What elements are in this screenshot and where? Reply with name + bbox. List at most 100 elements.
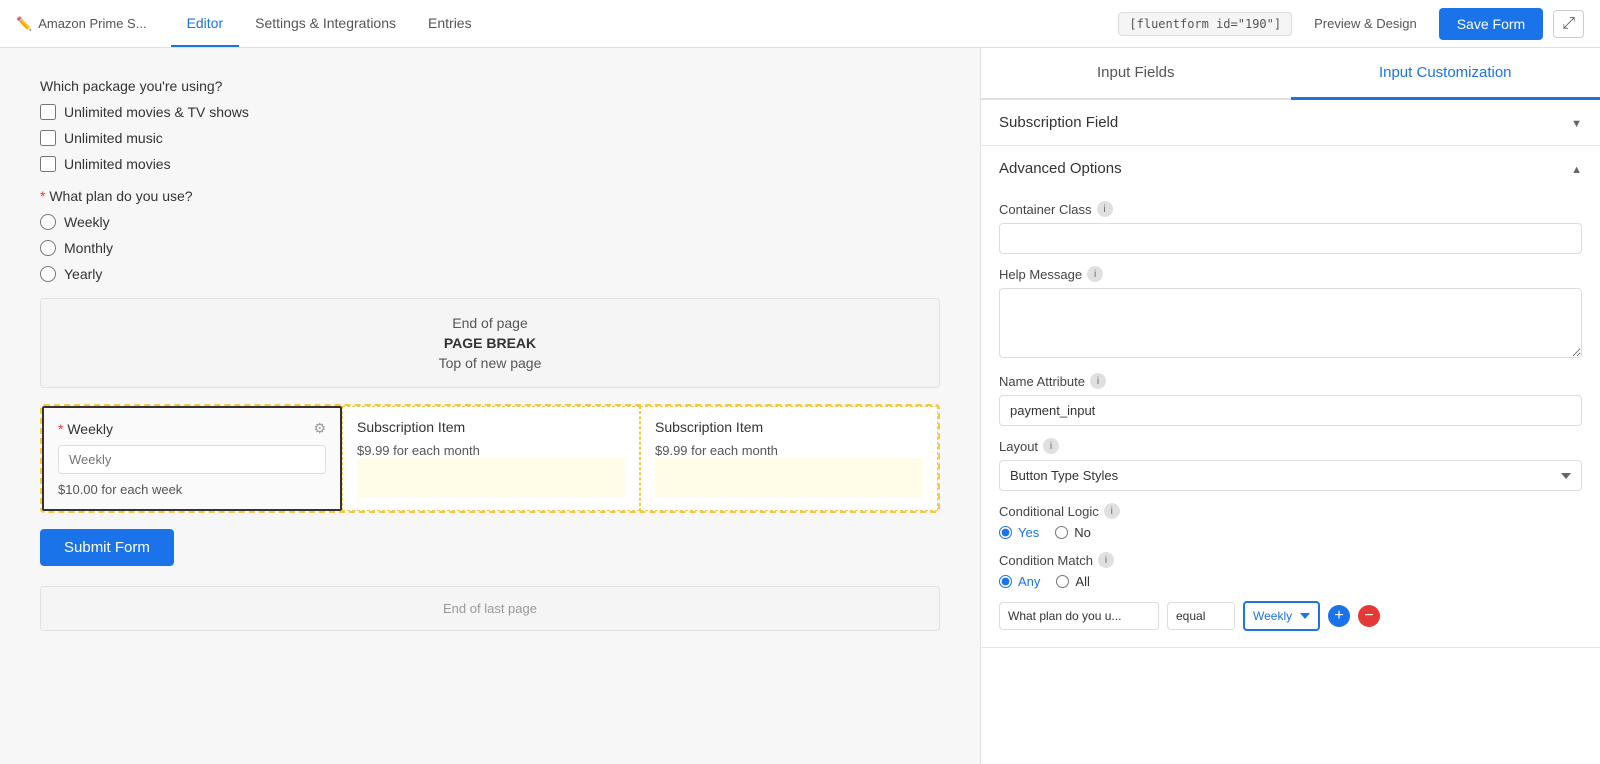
required-star: * [40,188,49,204]
layout-info-icon[interactable]: i [1043,438,1059,454]
tab-settings[interactable]: Settings & Integrations [239,1,412,47]
condition-match-all-item: All [1056,574,1089,589]
end-of-last-page: End of last page [40,586,940,631]
subscription-field-label: Subscription Field [999,114,1118,131]
page-break-box: End of page PAGE BREAK Top of new page [40,298,940,388]
condition-match-any-radio[interactable] [999,575,1012,588]
radio-monthly[interactable] [40,240,56,256]
subscription-grid: * Weekly ⚙ $10.00 for each week Subscrip… [40,404,940,513]
sub-col-1-price: $10.00 for each week [58,482,326,497]
brand-name: Amazon Prime S... [38,16,146,31]
tab-input-fields[interactable]: Input Fields [981,48,1291,100]
conditional-logic-label: Conditional Logic [999,504,1099,519]
layout-select[interactable]: Button Type Styles Default [999,460,1582,491]
nav-tabs: Editor Settings & Integrations Entries [171,1,1119,47]
condition-match-radio-group: Any All [999,574,1582,589]
shortcode-snippet[interactable]: [fluentform id="190"] [1118,12,1292,36]
conditional-logic-label-row: Conditional Logic i [999,503,1582,519]
panel-tabs: Input Fields Input Customization [981,48,1600,100]
preview-design-button[interactable]: Preview & Design [1302,10,1429,37]
tab-editor[interactable]: Editor [171,1,240,47]
editor-area: Which package you're using? Unlimited mo… [0,48,980,764]
top-of-new-page-label: Top of new page [57,355,923,371]
add-condition-button[interactable]: + [1328,605,1350,627]
main-layout: Which package you're using? Unlimited mo… [0,48,1600,764]
plan-question-section: * What plan do you use? Weekly Monthly Y… [40,188,940,282]
help-message-info-icon[interactable]: i [1087,266,1103,282]
condition-value-select[interactable]: Weekly Monthly Yearly [1243,601,1320,631]
condition-match-label: Condition Match [999,553,1093,568]
container-class-label-row: Container Class i [999,201,1582,217]
sub-col-1-input[interactable] [58,445,326,474]
radio-weekly[interactable] [40,214,56,230]
container-class-input[interactable] [999,223,1582,254]
gear-icon[interactable]: ⚙ [313,420,326,437]
checkbox-group: Unlimited movies & TV shows Unlimited mu… [40,104,940,172]
submit-form-button[interactable]: Submit Form [40,529,174,566]
radio-yearly[interactable] [40,266,56,282]
subscription-field-header[interactable]: Subscription Field [981,100,1600,145]
help-message-textarea[interactable] [999,288,1582,358]
expand-button[interactable]: ⤢ [1553,10,1584,38]
checkbox-item-music: Unlimited music [40,130,940,146]
layout-label: Layout [999,439,1038,454]
checkbox-music[interactable] [40,130,56,146]
right-panel: Input Fields Input Customization Subscri… [980,48,1600,764]
subscription-field-chevron [1571,114,1582,131]
conditional-logic-yes-item: Yes [999,525,1039,540]
sub-col-3-price: $9.99 for each month [655,443,923,458]
sub-col-2-title: Subscription Item [357,419,625,435]
conditional-logic-no-label: No [1074,525,1091,540]
help-message-label: Help Message [999,267,1082,282]
conditional-logic-no-radio[interactable] [1055,526,1068,539]
condition-match-any-label: Any [1018,574,1040,589]
subscription-col-2[interactable]: Subscription Item $9.99 for each month [342,406,640,511]
save-form-button[interactable]: Save Form [1439,8,1543,40]
plan-radio-group: Weekly Monthly Yearly [40,214,940,282]
subscription-col-1[interactable]: * Weekly ⚙ $10.00 for each week [42,406,342,511]
conditional-logic-radio-group: Yes No [999,525,1582,540]
advanced-options-header[interactable]: Advanced Options [981,146,1600,191]
advanced-options-chevron [1571,160,1582,177]
end-of-page-label: End of page [57,315,923,331]
sub-col-2-price: $9.99 for each month [357,443,625,458]
condition-row: What plan do you u... equal not equal co… [999,601,1582,631]
tab-entries[interactable]: Entries [412,1,488,47]
checkbox-label-music: Unlimited music [64,130,163,146]
condition-field-select[interactable]: What plan do you u... [999,602,1159,630]
condition-match-all-label: All [1075,574,1089,589]
conditional-logic-no-item: No [1055,525,1091,540]
condition-match-all-radio[interactable] [1056,575,1069,588]
remove-condition-button[interactable]: − [1358,605,1380,627]
conditional-logic-info-icon[interactable]: i [1104,503,1120,519]
tab-input-customization[interactable]: Input Customization [1291,48,1600,100]
sub-col-3-title: Subscription Item [655,419,923,435]
subscription-col-3[interactable]: Subscription Item $9.99 for each month [640,406,938,511]
advanced-options-section: Advanced Options Container Class i Help … [981,146,1600,648]
checkbox-movies-tv[interactable] [40,104,56,120]
subscription-field-section: Subscription Field [981,100,1600,146]
checkbox-item-movies-tv: Unlimited movies & TV shows [40,104,940,120]
condition-operator-select[interactable]: equal not equal contains [1167,602,1235,630]
page-break-label: PAGE BREAK [57,335,923,351]
checkbox-label-movies: Unlimited movies [64,156,171,172]
radio-label-weekly: Weekly [64,214,110,230]
advanced-options-body: Container Class i Help Message i Name At… [981,191,1600,647]
container-class-info-icon[interactable]: i [1097,201,1113,217]
conditional-logic-yes-label: Yes [1018,525,1039,540]
name-attribute-input[interactable] [999,395,1582,426]
conditional-logic-yes-radio[interactable] [999,526,1012,539]
checkbox-movies[interactable] [40,156,56,172]
edit-icon: ✏️ [16,16,32,32]
checkbox-label-movies-tv: Unlimited movies & TV shows [64,104,249,120]
help-message-label-row: Help Message i [999,266,1582,282]
condition-match-info-icon[interactable]: i [1098,552,1114,568]
condition-match-any-item: Any [999,574,1040,589]
radio-label-monthly: Monthly [64,240,113,256]
condition-match-label-row: Condition Match i [999,552,1582,568]
package-question-section: Which package you're using? Unlimited mo… [40,78,940,172]
radio-item-weekly: Weekly [40,214,940,230]
name-attribute-info-icon[interactable]: i [1090,373,1106,389]
plan-question-label: * What plan do you use? [40,188,940,204]
radio-label-yearly: Yearly [64,266,102,282]
